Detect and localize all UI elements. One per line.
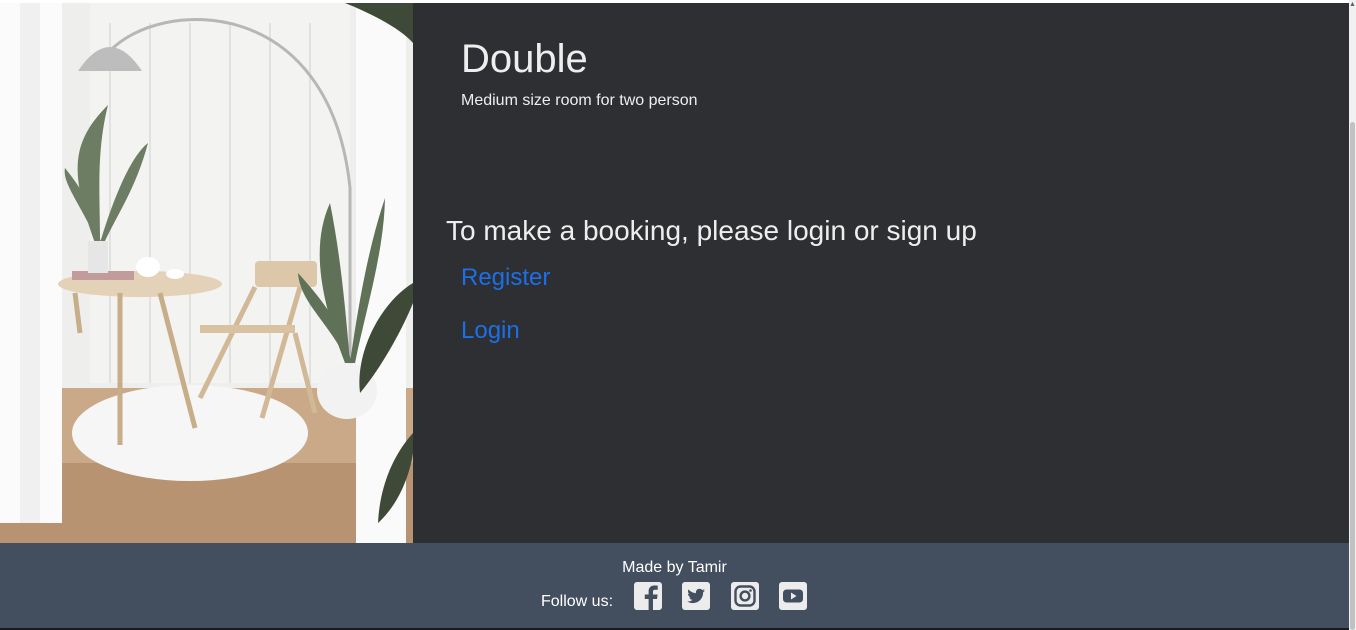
follow-us-label: Follow us: [541,593,614,610]
room-description: Medium size room for two person [461,92,698,109]
room-details-panel: Double Medium size room for two person T… [413,3,1349,543]
vertical-scrollbar[interactable]: ▲ [1349,0,1356,630]
page: Double Medium size room for two person T… [0,0,1356,630]
footer: Made by Tamir Follow us: [0,543,1349,628]
register-link[interactable]: Register [461,264,550,292]
login-link[interactable]: Login [461,317,520,345]
room-title: Double [461,37,588,81]
instagram-icon[interactable] [730,581,760,611]
scroll-up-arrow-icon[interactable]: ▲ [1349,0,1356,10]
scrollbar-thumb[interactable] [1350,122,1355,630]
facebook-icon[interactable] [633,581,663,611]
youtube-icon[interactable] [778,581,808,611]
booking-prompt: To make a booking, please login or sign … [446,215,977,246]
twitter-icon[interactable] [681,581,711,611]
made-by-text: Made by Tamir [622,559,727,576]
room-photo [0,3,413,543]
